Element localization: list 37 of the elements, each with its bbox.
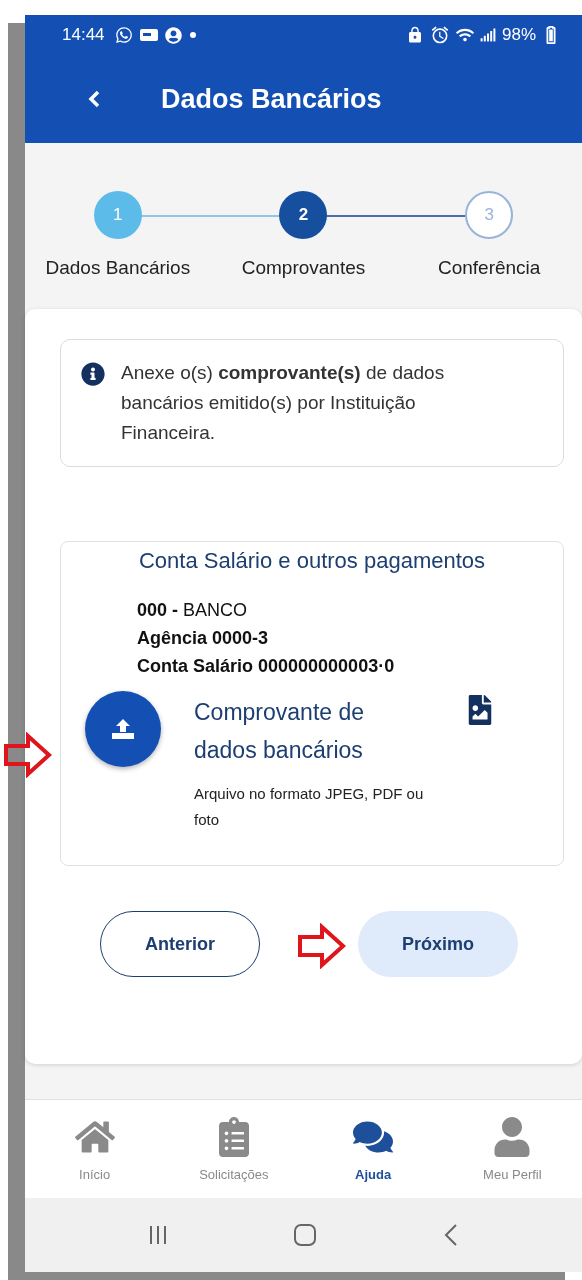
info-text: Anexe o(s) comprovante(s) de dados bancários emitido(s) por Instituição Financeira. (121, 361, 446, 445)
chat-app-icon (114, 26, 133, 44)
dot-icon (187, 30, 198, 40)
home-square-icon (292, 1222, 319, 1248)
step-number: 3 (465, 191, 514, 239)
bottom-nav-tab[interactable]: Meu Perfil (442, 1100, 582, 1198)
account-detail: Conta Salário 000000000003·0 (137, 656, 396, 677)
account-detail: 000 - BANCO (137, 600, 249, 621)
arrow-icon (3, 732, 53, 778)
account-title: Conta Salário e outros pagamentos (137, 548, 487, 574)
page-title: Dados Bancários (161, 83, 382, 115)
step-label: Comprovantes (241, 257, 366, 279)
step-number: 1 (93, 191, 142, 239)
person-icon (492, 1116, 533, 1157)
alarm-icon (429, 25, 450, 45)
bottom-nav-tab[interactable]: Início (25, 1100, 165, 1198)
step-label: Conferência (437, 257, 541, 279)
account-detail: Agência 0000-3 (137, 628, 270, 649)
back-button[interactable] (87, 89, 101, 109)
wifi-icon (455, 26, 474, 44)
upload-button[interactable] (85, 691, 161, 767)
nav-button[interactable]: Anterior (100, 911, 260, 977)
arrow-icon (297, 923, 347, 969)
upload-title: Comprovante de dados bancários (194, 698, 366, 765)
bottom-nav-tab[interactable]: Ajuda (303, 1100, 443, 1198)
account-icon (164, 26, 182, 44)
step-label: Dados Bancários (45, 257, 191, 279)
step-number: 2 (279, 191, 328, 239)
bottom-nav-tab[interactable]: Solicitações (164, 1100, 304, 1198)
nav-button[interactable]: Próximo (358, 911, 518, 977)
upload-hint: Arquivo no formato JPEG, PDF ou foto (194, 784, 425, 830)
status-time: 14:44 (62, 25, 105, 45)
upload-icon (110, 717, 136, 741)
signal-icon (479, 27, 496, 43)
info-icon (81, 362, 105, 386)
card-icon (138, 27, 159, 43)
battery-level: 98% (501, 25, 536, 45)
